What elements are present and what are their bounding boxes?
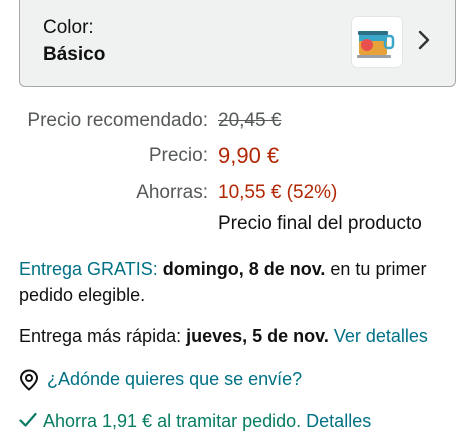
checkmark-icon	[19, 412, 37, 427]
price-label: Precio:	[148, 145, 208, 166]
free-delivery-date: domingo, 8 de nov.	[162, 259, 326, 279]
price-value: 9,90 €	[218, 143, 280, 168]
savings-row: Ahorras: 10,55 € (52%)	[0, 182, 475, 208]
recommended-price-value: 20,45 €	[218, 110, 282, 131]
free-delivery-suffix: en tu primer	[325, 259, 427, 279]
savings-label: Ahorras:	[136, 182, 208, 203]
variant-selector[interactable]: Color: Básico	[19, 0, 456, 87]
recommended-price-label: Precio recomendado:	[27, 110, 208, 131]
promo-line: Ahorra 1,91 € al tramitar pedido. Detall…	[43, 411, 371, 432]
location-pin-icon	[19, 369, 39, 391]
free-delivery-line-2: pedido elegible.	[19, 285, 146, 305]
fast-delivery-date: jueves, 5 de nov.	[186, 326, 329, 346]
variant-value: Básico	[43, 44, 106, 65]
final-price-note: Precio final del producto	[218, 213, 422, 234]
chevron-right-icon[interactable]	[418, 30, 430, 50]
variant-label: Color:	[43, 17, 94, 38]
savings-value: 10,55 € (52%)	[218, 182, 338, 203]
price-row: Precio: 9,90 €	[0, 143, 475, 171]
promo-details-link[interactable]: Detalles	[306, 411, 371, 431]
fast-delivery-label: Entrega más rápida:	[19, 326, 182, 346]
delivery-location-link[interactable]: ¿Adónde quieres que se envíe?	[47, 369, 302, 390]
promo-text: Ahorra 1,91 € al tramitar pedido.	[43, 411, 302, 431]
recommended-price-row: Precio recomendado: 20,45 €	[0, 110, 475, 136]
free-delivery-line: Entrega GRATIS: domingo, 8 de nov. en tu…	[19, 259, 426, 280]
product-thumbnail	[351, 16, 403, 68]
fast-delivery-line: Entrega más rápida: jueves, 5 de nov. Ve…	[19, 326, 428, 347]
see-details-link[interactable]: Ver detalles	[334, 326, 428, 346]
free-delivery-label: Entrega GRATIS:	[19, 259, 158, 279]
